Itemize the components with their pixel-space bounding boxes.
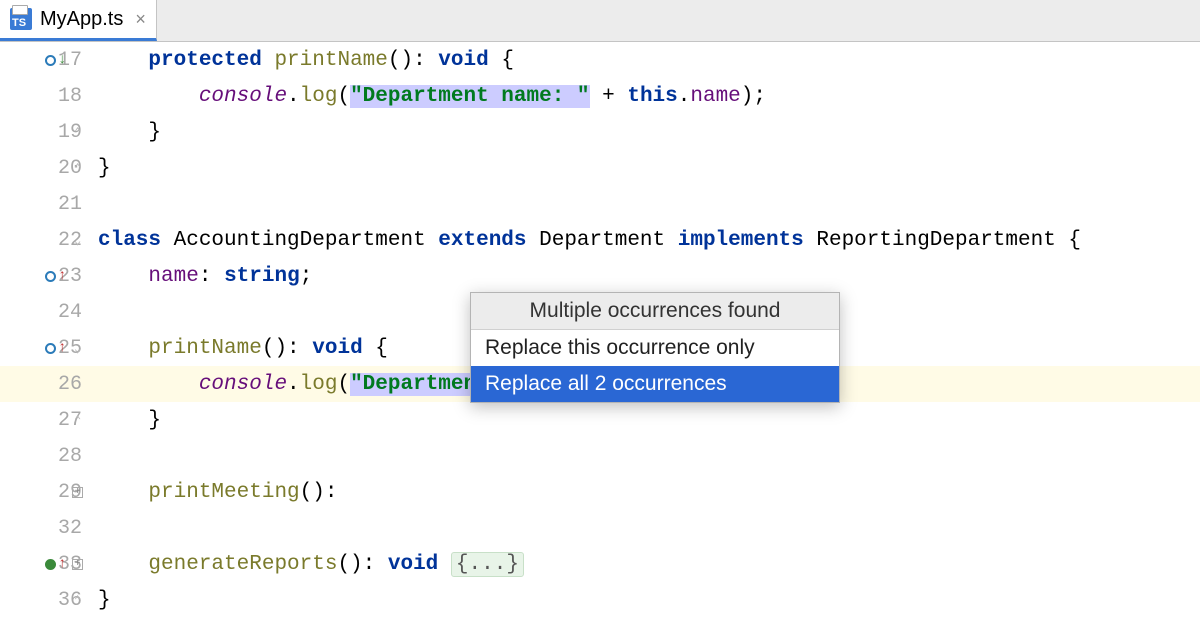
code-line[interactable]: printMeeting():	[90, 474, 1200, 510]
gutter-line[interactable]: 26	[0, 366, 90, 402]
fold-marker-icon[interactable]: ⌄	[74, 341, 81, 356]
code-line[interactable]	[90, 186, 1200, 222]
fold-marker-icon[interactable]: ⌃	[74, 413, 81, 428]
code-line[interactable]: }	[90, 114, 1200, 150]
gutter-line[interactable]: 28	[0, 438, 90, 474]
gutter-line[interactable]: 32	[0, 510, 90, 546]
override-icon[interactable]	[42, 340, 58, 356]
fold-marker-icon[interactable]: ⌃	[74, 125, 81, 140]
override-icon[interactable]	[42, 52, 58, 68]
arrow-up-icon: ↑	[58, 340, 66, 356]
code-line[interactable]	[90, 438, 1200, 474]
gutter-line[interactable]: 23↑	[0, 258, 90, 294]
arrow-up-icon: ↑	[58, 268, 66, 284]
code-line[interactable]	[90, 510, 1200, 546]
gutter-line[interactable]: 29+	[0, 474, 90, 510]
gutter-line[interactable]: 18	[0, 78, 90, 114]
code-line[interactable]: }	[90, 150, 1200, 186]
expand-fold-icon[interactable]: +	[72, 559, 83, 570]
gutter-line[interactable]: 17↓	[0, 42, 90, 78]
code-line[interactable]: class AccountingDepartment extends Depar…	[90, 222, 1200, 258]
implements-icon[interactable]	[42, 556, 58, 572]
replace-all-option[interactable]: Replace all 2 occurrences	[471, 366, 839, 402]
typescript-file-icon: TS	[10, 8, 32, 30]
gutter-line[interactable]: 33↑+	[0, 546, 90, 582]
folded-region[interactable]: {...}	[451, 552, 524, 577]
close-tab-icon[interactable]: ×	[135, 9, 146, 30]
gutter-line[interactable]: 25↑⌄	[0, 330, 90, 366]
code-line[interactable]: }	[90, 402, 1200, 438]
code-area[interactable]: protected printName(): void { console.lo…	[90, 42, 1200, 636]
replace-this-only-option[interactable]: Replace this occurrence only	[471, 330, 839, 366]
gutter-line[interactable]: 19⌃	[0, 114, 90, 150]
arrow-down-icon: ↓	[58, 52, 66, 68]
override-icon[interactable]	[42, 268, 58, 284]
popup-title: Multiple occurrences found	[471, 293, 839, 330]
code-line[interactable]: generateReports(): void {...}	[90, 546, 1200, 582]
code-line[interactable]: protected printName(): void {	[90, 42, 1200, 78]
gutter-line[interactable]: 24	[0, 294, 90, 330]
editor-area: 17↓1819⌃20⌃2122⌄23↑2425↑⌄2627⌃2829+3233↑…	[0, 42, 1200, 636]
fold-marker-icon[interactable]: ⌃	[74, 161, 81, 176]
code-line[interactable]: name: string;	[90, 258, 1200, 294]
occurrences-popup: Multiple occurrences found Replace this …	[470, 292, 840, 403]
arrow-up-icon: ↑	[58, 556, 66, 572]
gutter-line[interactable]: 20⌃	[0, 150, 90, 186]
tab-bar: TS MyApp.ts ×	[0, 0, 1200, 42]
expand-fold-icon[interactable]: +	[72, 487, 83, 498]
gutter-line[interactable]: 22⌄	[0, 222, 90, 258]
fold-marker-icon[interactable]: ⌄	[74, 233, 81, 248]
highlighted-string: "Department name: "	[350, 85, 589, 108]
tab-filename: MyApp.ts	[40, 8, 123, 31]
gutter: 17↓1819⌃20⌃2122⌄23↑2425↑⌄2627⌃2829+3233↑…	[0, 42, 90, 636]
gutter-line[interactable]: 36⌃	[0, 582, 90, 618]
code-line[interactable]: }	[90, 582, 1200, 618]
editor-tab[interactable]: TS MyApp.ts ×	[0, 0, 157, 41]
fold-marker-icon[interactable]: ⌃	[74, 593, 81, 608]
code-line[interactable]: console.log("Department name: " + this.n…	[90, 78, 1200, 114]
gutter-line[interactable]: 27⌃	[0, 402, 90, 438]
gutter-line[interactable]: 21	[0, 186, 90, 222]
